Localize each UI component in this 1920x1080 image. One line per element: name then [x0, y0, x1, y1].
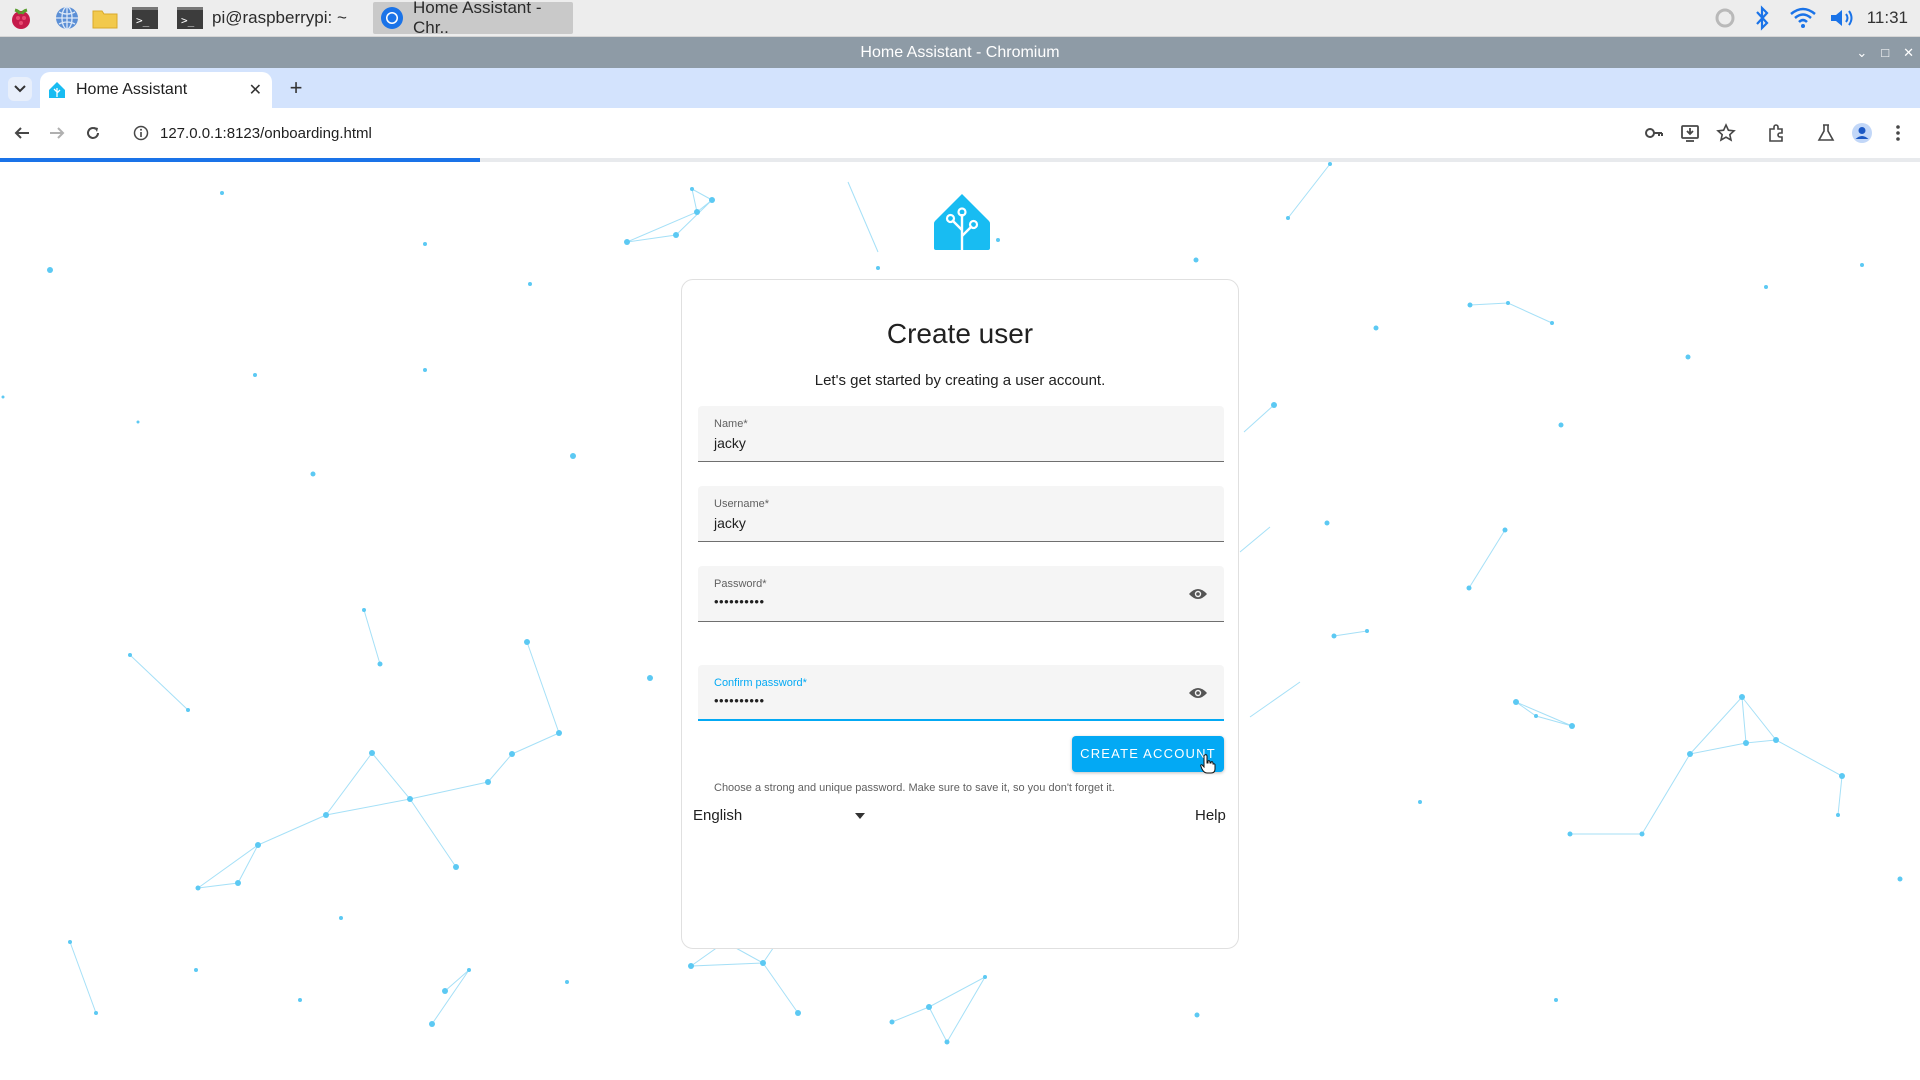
os-taskbar: >_ >_ pi@raspberrypi: ~ Home Assistant -…: [0, 0, 1920, 37]
eye-icon[interactable]: [1188, 584, 1208, 604]
name-field-value: jacky: [714, 435, 746, 451]
taskbar-item-label: Home Assistant - Chr..: [413, 0, 542, 37]
raspberry-menu-icon[interactable]: [6, 3, 36, 33]
close-window-icon[interactable]: ✕: [1903, 37, 1914, 68]
window-titlebar: Home Assistant - Chromium ⌄ □ ✕: [0, 37, 1920, 68]
browser-toolbar: 127.0.0.1:8123/onboarding.html: [0, 108, 1920, 158]
card-title: Create user: [886, 318, 1034, 349]
name-field[interactable]: Name* jacky: [698, 406, 1224, 462]
chromium-icon: [379, 4, 405, 32]
folder-icon[interactable]: [90, 3, 120, 33]
caret-down-icon: [855, 813, 865, 819]
password-field-value: ••••••••••: [714, 594, 765, 609]
taskbar-item-terminal[interactable]: >_ pi@raspberrypi: ~: [170, 2, 366, 34]
clock: 11:31: [1866, 8, 1908, 27]
globe-browser-icon[interactable]: [52, 3, 82, 33]
more-menu-icon[interactable]: [1880, 115, 1916, 151]
svg-text:>_: >_: [136, 14, 150, 27]
tab-title: Home Assistant: [76, 81, 188, 98]
address-bar[interactable]: 127.0.0.1:8123/onboarding.html: [120, 114, 1690, 152]
password-field[interactable]: Password* ••••••••••: [698, 566, 1224, 622]
password-key-icon[interactable]: [1636, 115, 1672, 151]
minimize-icon[interactable]: ⌄: [1856, 37, 1867, 68]
password-field-label: Password*: [714, 578, 767, 590]
browser-tabstrip: Home Assistant ✕ +: [0, 68, 1920, 108]
bookmark-star-icon[interactable]: [1708, 115, 1744, 151]
username-field-label: Username*: [714, 498, 770, 510]
svg-text:>_: >_: [181, 14, 195, 27]
wifi-icon[interactable]: [1788, 3, 1818, 33]
window-controls: ⌄ □ ✕: [1856, 37, 1914, 68]
site-info-icon[interactable]: [130, 122, 152, 144]
page-content: Create user Let's get started by creatin…: [0, 162, 1920, 1080]
terminal-icon[interactable]: >_: [130, 3, 160, 33]
language-select[interactable]: English: [693, 807, 865, 831]
install-app-icon[interactable]: [1672, 115, 1708, 151]
toolbar-actions: [1636, 114, 1920, 152]
back-arrow-icon[interactable]: [9, 120, 35, 146]
confirm-password-field[interactable]: Confirm password* ••••••••••: [698, 665, 1224, 721]
bluetooth-icon[interactable]: [1752, 3, 1772, 33]
password-helper-text: Choose a strong and unique password. Mak…: [714, 782, 1115, 794]
window-title: Home Assistant - Chromium: [860, 44, 1060, 61]
maximize-icon[interactable]: □: [1881, 37, 1889, 68]
create-user-card: Create user Let's get started by creatin…: [681, 279, 1239, 949]
card-subtitle: Let's get started by creating a user acc…: [814, 372, 1106, 389]
taskbar-item-label: pi@raspberrypi: ~: [212, 8, 347, 27]
sync-icon[interactable]: [1712, 3, 1738, 33]
volume-icon[interactable]: [1828, 3, 1858, 33]
extensions-puzzle-icon[interactable]: [1758, 115, 1794, 151]
language-select-value: English: [693, 807, 743, 824]
url-text: 127.0.0.1:8123/onboarding.html: [160, 124, 372, 142]
labs-flask-icon[interactable]: [1808, 115, 1844, 151]
confirm-password-field-value: ••••••••••: [714, 693, 765, 708]
terminal-icon: >_: [176, 4, 204, 32]
home-assistant-logo-icon: [932, 192, 992, 252]
username-field-value: jacky: [714, 515, 746, 531]
home-assistant-favicon-icon: [48, 81, 66, 99]
profile-avatar-icon[interactable]: [1844, 115, 1880, 151]
confirm-password-field-label: Confirm password*: [714, 677, 807, 689]
forward-arrow-icon[interactable]: [44, 120, 70, 146]
name-field-label: Name*: [714, 418, 748, 430]
new-tab-button[interactable]: +: [282, 74, 310, 102]
reload-icon[interactable]: [80, 120, 106, 146]
taskbar-item-chromium[interactable]: Home Assistant - Chr..: [373, 0, 573, 37]
eye-icon[interactable]: [1188, 683, 1208, 703]
help-link[interactable]: Help: [1195, 807, 1226, 824]
chevron-down-icon: [14, 85, 26, 93]
username-field[interactable]: Username* jacky: [698, 486, 1224, 542]
hand-cursor-icon: [1200, 754, 1216, 779]
tab-home-assistant[interactable]: Home Assistant ✕: [40, 72, 272, 108]
close-tab-icon[interactable]: ✕: [249, 80, 262, 100]
tab-search-button[interactable]: [8, 77, 32, 101]
